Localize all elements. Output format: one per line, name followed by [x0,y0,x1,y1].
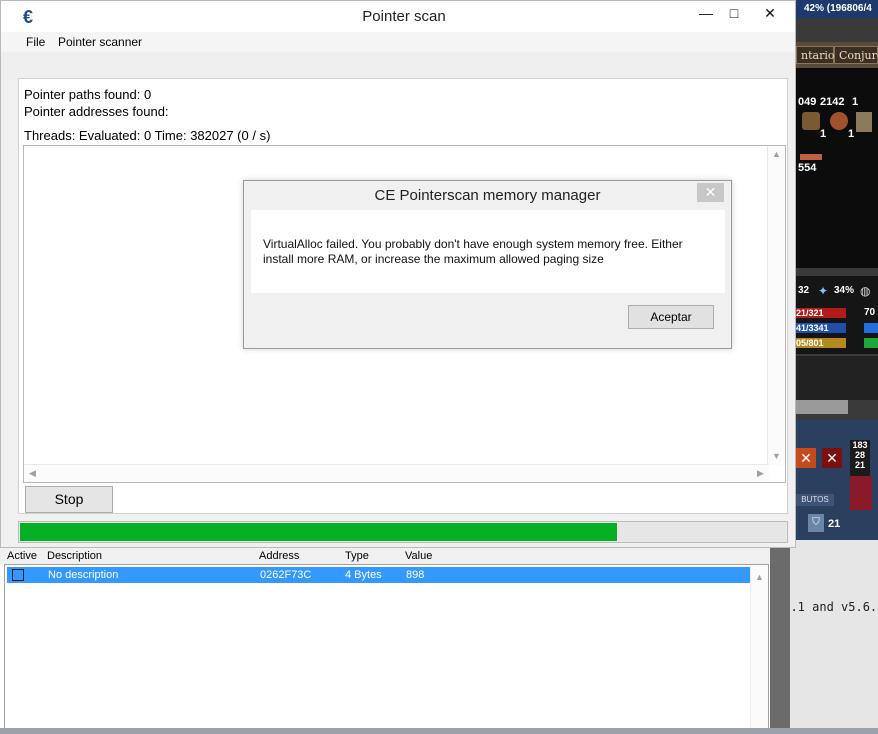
mana-mini-bar [864,323,878,333]
game-tab-strip: ntario Conjuro [790,42,878,68]
game-count: 1 [852,96,859,108]
table-vertical-scrollbar[interactable]: ▲ [750,565,768,733]
game-webpage-area [790,540,878,734]
game-percent-left: 32 [798,285,810,296]
pointer-paths-found: Pointer paths found: 0 [24,87,152,102]
maximize-button[interactable]: □ [718,1,750,25]
column-description[interactable]: Description [47,548,102,564]
background-game-window: 42% (196806/4 ntario Conjuro 049 2142 1 … [790,0,878,734]
attribute-count: 21 [828,518,841,530]
game-count: 1 [820,128,827,140]
scroll-left-icon[interactable]: ◀ [24,465,41,482]
crystal-icon: ✦ [818,284,829,298]
game-scrollbar[interactable] [790,400,848,414]
row-address: 0262F73C [260,569,312,581]
threads-status: Threads: Evaluated: 0 Time: 382027 (0 / … [24,128,271,143]
pointer-addresses-found: Pointer addresses found: [24,104,169,119]
game-bar-side-value: 70 [864,307,876,318]
globe-icon: ◍ [860,284,871,298]
results-horizontal-scrollbar[interactable]: ◀ ▶ [24,464,769,482]
address-table-header: Active Description Address Type Value [0,548,770,564]
address-table-body: No description 0262F73C 4 Bytes 898 ▲ [4,564,769,734]
table-row[interactable]: No description 0262F73C 4 Bytes 898 [7,567,750,583]
attributes-label: BUTOS [796,494,834,506]
stamina-bar: 05/801 [790,338,846,348]
stop-button[interactable]: Stop [25,486,113,513]
game-count: 049 [798,96,817,108]
title-bar[interactable]: € Pointer scan — □ ✕ [1,1,795,32]
level-number: 183 [852,440,868,450]
scan-progress-bar [18,521,788,543]
menu-file[interactable]: File [21,32,50,52]
window-title: Pointer scan [362,8,446,25]
results-vertical-scrollbar[interactable]: ▲ ▼ [767,146,785,465]
toolbar-area [1,52,795,78]
level-number: 21 [854,460,865,470]
game-item-icon[interactable] [830,112,848,130]
game-skill-panel: ✕ ✕ 183 28 21 BUTOS ⛉ 21 [790,420,878,540]
game-separator [790,356,878,400]
mana-bar: 41/3341 [790,323,846,333]
dialog-message-area: VirtualAlloc failed. You probably don't … [251,210,725,293]
progress-fill [20,523,617,541]
accept-button[interactable]: Aceptar [628,305,714,329]
stamina-mini-bar [864,338,878,348]
menu-pointer-scanner[interactable]: Pointer scanner [53,32,147,52]
dialog-title: CE Pointerscan memory manager [374,187,601,204]
game-count: 1 [848,128,855,140]
level-number: 28 [854,450,865,460]
scroll-down-icon[interactable]: ▼ [768,448,785,465]
address-table: Active Description Address Type Value No… [0,548,770,734]
game-item-icon[interactable] [856,112,872,132]
game-tab-inventory[interactable]: ntario [796,46,834,64]
version-text: v6.1 and v5.6.1 [790,600,878,614]
game-stat-value: 554 [798,162,817,174]
taskbar [0,728,878,734]
row-description: No description [48,569,119,581]
scroll-up-icon[interactable]: ▲ [768,146,785,163]
game-stats-panel: 32 ✦ 34% ◍ 21/321 41/3341 05/801 70 [790,276,878,354]
scroll-right-icon[interactable]: ▶ [752,465,769,482]
active-checkbox[interactable] [12,569,24,581]
game-item-icon[interactable] [802,112,820,130]
game-count: 2142 [820,96,845,108]
column-type[interactable]: Type [345,548,369,564]
cancel-icon[interactable]: ✕ [822,448,842,468]
row-type: 4 Bytes [345,569,382,581]
game-percent: 34% [834,285,855,296]
dialog-close-button[interactable]: ✕ [697,183,724,202]
column-active[interactable]: Active [7,548,37,564]
close-button[interactable]: ✕ [752,1,788,25]
column-value[interactable]: Value [405,548,432,564]
health-bar: 21/321 [790,308,846,318]
column-address[interactable]: Address [259,548,299,564]
row-value: 898 [406,569,425,581]
level-box: 183 28 21 [850,440,870,476]
dialog-message: VirtualAlloc failed. You probably don't … [263,237,683,266]
game-tab-spells[interactable]: Conjuro [834,46,878,64]
scroll-up-icon[interactable]: ▲ [751,569,768,586]
memory-manager-dialog: CE Pointerscan memory manager ✕ VirtualA… [243,180,732,349]
game-inventory-panel: 049 2142 1 1 1 554 [790,68,878,268]
game-item-icon[interactable] [800,154,822,160]
cross-swords-icon[interactable]: ✕ [796,448,816,468]
banner-icon [850,476,872,510]
menu-bar: File Pointer scanner [1,32,795,52]
shield-icon[interactable]: ⛉ [808,514,824,532]
